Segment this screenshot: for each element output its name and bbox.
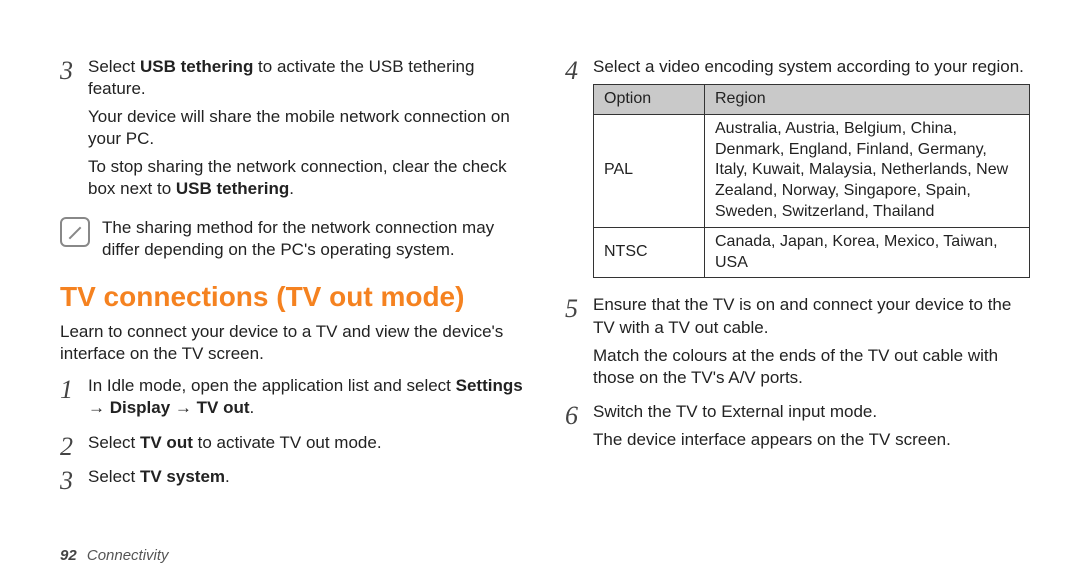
page-number: 92	[60, 547, 77, 564]
note-text: The sharing method for the network conne…	[102, 217, 525, 261]
step-4-tv: 4 Select a video encoding system accordi…	[565, 56, 1030, 288]
bold: TV system	[140, 467, 225, 486]
cell-option: PAL	[594, 114, 705, 227]
text: .	[225, 467, 230, 486]
col-header-region: Region	[705, 85, 1030, 115]
step-body: Select TV system.	[88, 466, 525, 494]
step-body: In Idle mode, open the application list …	[88, 375, 525, 425]
text: Select	[88, 433, 140, 452]
step-text: Select TV system.	[88, 466, 525, 488]
col-header-option: Option	[594, 85, 705, 115]
step-6-tv: 6 Switch the TV to External input mode. …	[565, 401, 1030, 457]
step-number: 5	[565, 294, 593, 322]
step-text: The device interface appears on the TV s…	[593, 429, 1030, 451]
text: In Idle mode, open the application list …	[88, 376, 456, 395]
table-row: PAL Australia, Austria, Belgium, China, …	[594, 114, 1030, 227]
bold: USB tethering	[176, 179, 289, 198]
note-icon	[60, 217, 90, 247]
step-body: Select USB tethering to activate the USB…	[88, 56, 525, 207]
step-number: 1	[60, 375, 88, 403]
section-intro: Learn to connect your device to a TV and…	[60, 321, 525, 365]
step-body: Select a video encoding system according…	[593, 56, 1030, 288]
text: To stop sharing the network connection, …	[88, 157, 507, 198]
manual-page: 3 Select USB tethering to activate the U…	[0, 0, 1080, 586]
step-text: Ensure that the TV is on and connect you…	[593, 294, 1030, 338]
note-box: The sharing method for the network conne…	[60, 217, 525, 261]
page-footer: 92 Connectivity	[60, 547, 169, 564]
text: .	[250, 398, 255, 417]
region-table: Option Region PAL Australia, Austria, Be…	[593, 84, 1030, 278]
step-text: Your device will share the mobile networ…	[88, 106, 525, 150]
step-body: Select TV out to activate TV out mode.	[88, 432, 525, 460]
step-number: 3	[60, 56, 88, 84]
footer-section: Connectivity	[87, 547, 169, 564]
step-3-usb: 3 Select USB tethering to activate the U…	[60, 56, 525, 207]
step-text: In Idle mode, open the application list …	[88, 375, 525, 419]
step-text: Switch the TV to External input mode.	[593, 401, 1030, 423]
step-text: Match the colours at the ends of the TV …	[593, 345, 1030, 389]
step-text: Select TV out to activate TV out mode.	[88, 432, 525, 454]
step-number: 2	[60, 432, 88, 460]
left-column: 3 Select USB tethering to activate the U…	[60, 50, 525, 500]
text: Select	[88, 57, 140, 76]
bold: TV out	[140, 433, 193, 452]
step-body: Ensure that the TV is on and connect you…	[593, 294, 1030, 394]
step-3-tv: 3 Select TV system.	[60, 466, 525, 494]
step-2-tv: 2 Select TV out to activate TV out mode.	[60, 432, 525, 460]
text: Select	[88, 467, 140, 486]
step-text: Select a video encoding system according…	[593, 56, 1030, 78]
cell-option: NTSC	[594, 227, 705, 278]
bold: USB tethering	[140, 57, 253, 76]
step-body: Switch the TV to External input mode. Th…	[593, 401, 1030, 457]
cell-region: Canada, Japan, Korea, Mexico, Taiwan, US…	[705, 227, 1030, 278]
step-number: 3	[60, 466, 88, 494]
step-1-tv: 1 In Idle mode, open the application lis…	[60, 375, 525, 425]
cell-region: Australia, Austria, Belgium, China, Denm…	[705, 114, 1030, 227]
two-column-layout: 3 Select USB tethering to activate the U…	[60, 50, 1030, 500]
step-5-tv: 5 Ensure that the TV is on and connect y…	[565, 294, 1030, 394]
section-heading: TV connections (TV out mode)	[60, 279, 525, 315]
text: to activate TV out mode.	[193, 433, 382, 452]
text: .	[289, 179, 294, 198]
table-row: NTSC Canada, Japan, Korea, Mexico, Taiwa…	[594, 227, 1030, 278]
step-number: 6	[565, 401, 593, 429]
table-header-row: Option Region	[594, 85, 1030, 115]
step-number: 4	[565, 56, 593, 84]
step-text: To stop sharing the network connection, …	[88, 156, 525, 200]
step-text: Select USB tethering to activate the USB…	[88, 56, 525, 100]
right-column: 4 Select a video encoding system accordi…	[565, 50, 1030, 500]
